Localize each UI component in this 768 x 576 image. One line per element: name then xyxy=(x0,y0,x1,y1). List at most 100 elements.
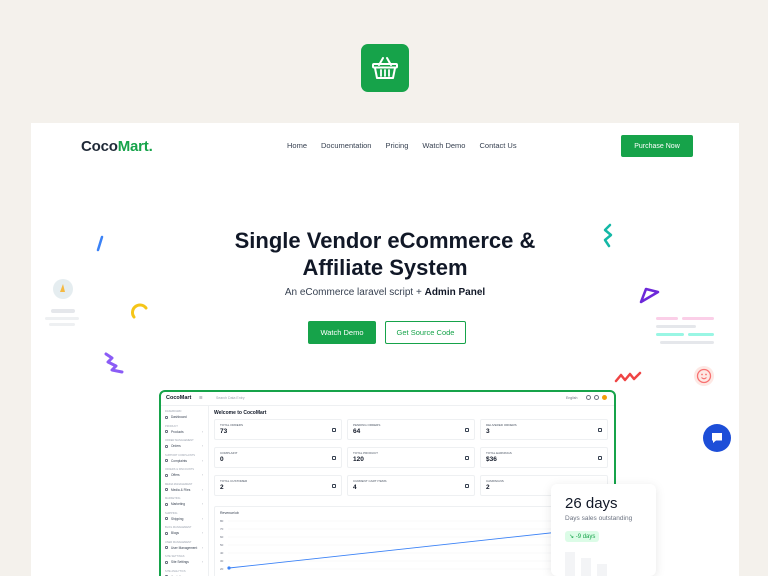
chevron-right-icon: › xyxy=(202,473,204,477)
sidebar-section-label: Shipping xyxy=(165,511,178,515)
stat-card[interactable]: Complaint 0 xyxy=(214,447,342,468)
stat-card-value: 2 xyxy=(486,484,490,491)
sidebar-item[interactable]: User Management xyxy=(171,546,197,550)
brand-logo[interactable]: CocoMart. xyxy=(81,138,153,155)
y-tick-label: 50 xyxy=(220,543,224,547)
chevron-right-icon: › xyxy=(202,502,204,506)
decor-zigzag-purple xyxy=(104,352,124,374)
sidebar-section-label: Dashboard xyxy=(165,410,182,413)
dashboard-preview: CocoMart ☰ Search Data Entry English Das… xyxy=(159,390,616,576)
stat-card[interactable]: Delivered Orders 3 xyxy=(480,419,608,440)
sidebar-item[interactable]: Blogs xyxy=(171,531,179,535)
sidebar-section-label: Site Settings xyxy=(165,555,185,558)
sidebar-item[interactable]: Products xyxy=(171,430,184,434)
get-source-code-button[interactable]: Get Source Code xyxy=(385,321,466,344)
sidebar-item[interactable]: Offers xyxy=(171,473,180,477)
stat-card-value: 2 xyxy=(220,484,224,491)
stat-card[interactable]: Pending Orders 64 xyxy=(347,419,475,440)
sidebar-item[interactable]: Shipping xyxy=(171,517,183,521)
days-change-badge: ↘ -9 days xyxy=(565,531,600,542)
stat-card-icon xyxy=(598,456,602,460)
stat-card[interactable]: Total Customer 2 xyxy=(214,475,342,496)
dashboard-sidebar: Dashboard Dashboard Product Products › Order … xyxy=(161,406,209,576)
decor-stripes-colored xyxy=(656,317,714,344)
brand-name-main: Coco xyxy=(81,138,118,155)
nav-watch-demo[interactable]: Watch Demo xyxy=(422,141,465,150)
watch-demo-button[interactable]: Watch Demo xyxy=(308,321,376,344)
menu-icon[interactable]: ☰ xyxy=(199,395,203,400)
sidebar-section-label: Blog Management xyxy=(165,526,192,529)
sidebar-section-label: Marketing xyxy=(165,497,181,500)
stat-card-value: 3 xyxy=(486,428,490,435)
y-tick-label: 60 xyxy=(220,535,224,539)
sidebar-item-icon xyxy=(165,430,168,433)
settings-icon[interactable] xyxy=(586,395,591,400)
sidebar-item-icon xyxy=(165,473,168,477)
sidebar-item-icon xyxy=(165,415,168,419)
language-select[interactable]: English xyxy=(566,396,577,400)
y-tick-label: 40 xyxy=(220,551,224,555)
bell-icon[interactable] xyxy=(594,395,599,400)
stat-card[interactable]: Total Earnings $36 xyxy=(480,447,608,468)
mini-bar xyxy=(565,552,575,576)
sidebar-section-label: Product xyxy=(165,424,178,428)
stat-card-value: 120 xyxy=(353,456,364,463)
sidebar-section-label: Site Analytics xyxy=(165,569,186,573)
days-outstanding-caption: Days sales outstanding xyxy=(565,515,633,522)
sidebar-item-icon xyxy=(165,560,168,564)
purchase-now-button[interactable]: Purchase Now xyxy=(621,135,693,157)
sidebar-item[interactable]: Dashboard xyxy=(171,415,187,419)
y-tick-label: 30 xyxy=(220,559,224,563)
mini-bar xyxy=(597,564,607,576)
stat-card-label: Total Earnings xyxy=(486,451,512,455)
sidebar-section-label: Order Management xyxy=(165,439,194,442)
decor-lines-gray xyxy=(45,309,79,326)
sidebar-item-icon xyxy=(165,546,168,549)
hero-title-line-1: Single Vendor eCommerce & xyxy=(234,228,536,253)
stat-card-icon xyxy=(598,428,602,432)
sidebar-item[interactable]: Complaints xyxy=(171,459,187,463)
hero-title-line-2: Affiliate System xyxy=(302,255,468,280)
data-point xyxy=(227,566,231,570)
stat-card[interactable]: Current Cart Items 4 xyxy=(347,475,475,496)
stat-card-icon xyxy=(465,484,469,488)
nav-contact-us[interactable]: Contact Us xyxy=(479,141,516,150)
main-nav: Home Documentation Pricing Watch Demo Co… xyxy=(287,141,517,150)
chevron-right-icon: › xyxy=(202,531,204,535)
sidebar-item[interactable]: Media & Files xyxy=(171,488,190,492)
landing-page: CocoMart. Home Documentation Pricing Wat… xyxy=(31,123,739,576)
dashboard-search[interactable]: Search Data Entry xyxy=(216,396,245,400)
welcome-heading: Welcome to CocoMart xyxy=(214,410,267,416)
hero-subtitle-text: An eCommerce laravel script + xyxy=(284,287,425,298)
stat-card-label: Total Orders xyxy=(220,423,243,427)
stat-card-value: 64 xyxy=(353,428,361,435)
sidebar-item[interactable]: Orders xyxy=(171,444,181,448)
nav-home[interactable]: Home xyxy=(287,141,307,150)
stat-card[interactable]: Total Product 120 xyxy=(347,447,475,468)
y-tick-label: 70 xyxy=(220,527,224,531)
basket-icon xyxy=(372,57,398,79)
sidebar-item-icon xyxy=(165,444,168,448)
mini-bar xyxy=(581,558,591,576)
stat-card-value: 0 xyxy=(220,456,224,463)
sidebar-item[interactable]: Site Settings xyxy=(171,560,189,564)
days-outstanding-value: 26 days xyxy=(565,495,618,512)
sidebar-item[interactable]: Marketing xyxy=(171,502,185,506)
stat-card-label: Complaint xyxy=(220,451,238,455)
sidebar-section-label: Offers & Discounts xyxy=(165,468,194,471)
chat-launcher-button[interactable] xyxy=(703,424,731,452)
smiley-icon xyxy=(694,366,714,386)
y-tick-label: 80 xyxy=(220,519,224,523)
stat-card-label: Delivered Orders xyxy=(486,423,517,427)
avatar[interactable] xyxy=(602,395,607,400)
chevron-right-icon: › xyxy=(202,444,204,448)
stat-card-label: Pending Orders xyxy=(353,423,381,427)
chevron-right-icon: › xyxy=(202,458,204,463)
stat-card[interactable]: Total Orders 73 xyxy=(214,419,342,440)
sidebar-item-icon xyxy=(165,517,168,520)
trend-line xyxy=(228,526,606,569)
nav-pricing[interactable]: Pricing xyxy=(385,141,408,150)
hero-title: Single Vendor eCommerce & Affiliate Syst… xyxy=(31,227,739,281)
app-logo-tile xyxy=(361,44,409,92)
nav-documentation[interactable]: Documentation xyxy=(321,141,371,150)
